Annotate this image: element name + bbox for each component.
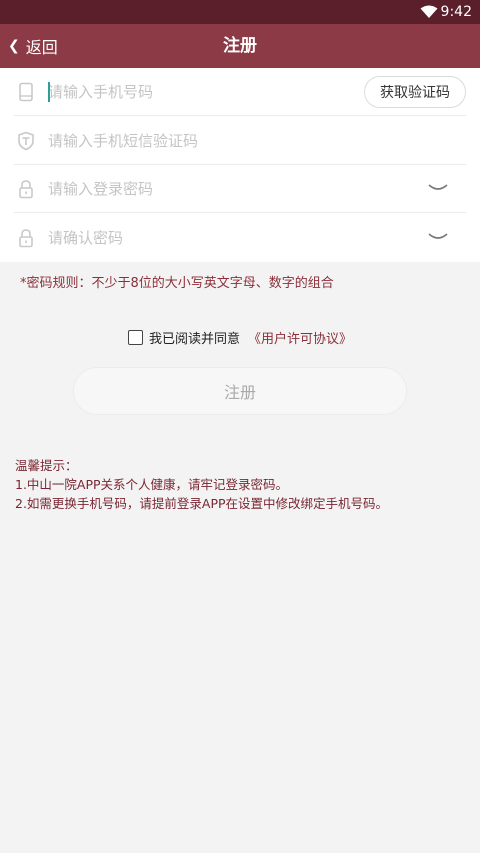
get-code-button[interactable]: 获取验证码	[364, 76, 466, 108]
eye-closed-icon[interactable]	[428, 181, 448, 195]
status-bar: 9:42	[0, 0, 480, 24]
tips-line-1: 1.中山一院APP关系个人健康，请牢记登录密码。	[15, 477, 289, 492]
confirm-password-input[interactable]	[48, 224, 348, 252]
confirm-password-row	[14, 214, 466, 262]
tips-section: 温馨提示： 1.中山一院APP关系个人健康，请牢记登录密码。 2.如需更换手机号…	[15, 456, 388, 513]
password-rule-text: *密码规则：不少于8位的大小写英文字母、数字的组合	[20, 276, 334, 291]
agreement-row: 我已阅读并同意 《用户许可协议》	[0, 328, 480, 347]
chevron-left-icon: ❮	[8, 38, 20, 54]
text-caret	[48, 82, 50, 102]
agreement-text[interactable]: 我已阅读并同意	[149, 328, 240, 347]
sms-code-input[interactable]	[48, 127, 348, 155]
tips-line-2: 2.如需更换手机号码，请提前登录APP在设置中修改绑定手机号码。	[15, 496, 389, 511]
sms-code-row	[14, 117, 466, 165]
user-license-link[interactable]: 《用户许可协议》	[248, 328, 352, 347]
back-label: 返回	[25, 38, 58, 57]
page-title: 注册	[223, 36, 257, 56]
password-row	[14, 165, 466, 213]
eye-closed-icon[interactable]	[428, 230, 448, 244]
lock-icon	[19, 180, 33, 199]
wifi-icon	[420, 5, 438, 18]
lock-icon	[19, 229, 33, 248]
tips-title: 温馨提示：	[15, 458, 78, 473]
header-bar: ❮ 返回 注册	[0, 24, 480, 68]
back-button[interactable]: ❮ 返回	[8, 24, 58, 68]
agreement-checkbox[interactable]	[127, 330, 143, 345]
phone-input[interactable]	[48, 78, 348, 106]
shield-t-icon	[18, 131, 34, 151]
phone-row: 获取验证码	[14, 68, 466, 116]
phone-icon	[19, 82, 33, 102]
register-button[interactable]: 注册	[73, 367, 407, 415]
register-form: 获取验证码	[0, 68, 480, 262]
password-input[interactable]	[48, 175, 348, 203]
status-time: 9:42	[440, 4, 472, 20]
